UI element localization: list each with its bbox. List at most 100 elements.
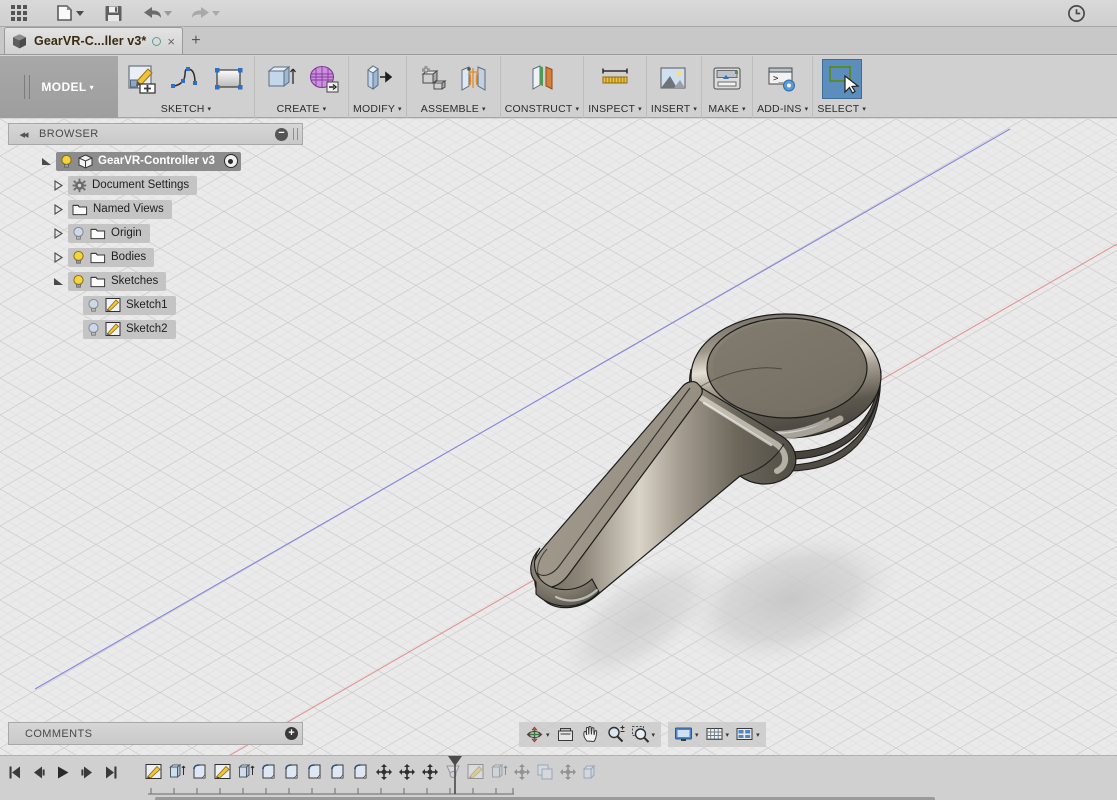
3d-print-icon[interactable]	[706, 59, 748, 99]
minimize-icon[interactable]: −	[275, 127, 288, 141]
chevron-down-icon[interactable]: ▾	[695, 731, 699, 739]
sidebar-item-sketches[interactable]: Sketches	[8, 269, 303, 293]
close-icon[interactable]: ×	[167, 35, 175, 48]
chevron-down-icon[interactable]: ▾	[208, 105, 212, 113]
sidebar-item-bodies[interactable]: Bodies	[8, 245, 303, 269]
timeline-op-extrude[interactable]	[487, 759, 510, 785]
grid-snaps-icon[interactable]: ▾	[702, 723, 733, 746]
new-component-icon[interactable]	[411, 59, 453, 99]
chevron-down-icon[interactable]: ▾	[398, 105, 402, 113]
scripts-addins-icon[interactable]: >_	[762, 59, 804, 99]
new-tab-button[interactable]: +	[183, 27, 209, 54]
grip-handle[interactable]	[293, 128, 298, 140]
display-settings-icon[interactable]: ▾	[671, 723, 702, 746]
folder-icon	[90, 252, 106, 264]
look-at-icon[interactable]	[553, 723, 578, 746]
save-icon[interactable]	[94, 0, 132, 27]
zoom-icon[interactable]	[603, 723, 628, 746]
grip-handle[interactable]	[24, 75, 31, 99]
expander-collapsed-icon[interactable]	[48, 251, 68, 263]
select-tool-icon[interactable]	[821, 59, 862, 99]
extrude-icon[interactable]	[259, 59, 301, 99]
press-pull-icon[interactable]	[356, 59, 398, 99]
chevron-down-icon[interactable]: ▾	[862, 105, 866, 113]
timeline-op-sketch[interactable]	[142, 759, 165, 785]
sync-status-icon[interactable]	[152, 36, 162, 46]
ribbon-group-inspect: INSPECT ▾	[584, 56, 647, 118]
expander-collapsed-icon[interactable]	[48, 179, 68, 191]
clock-icon[interactable]	[1057, 0, 1095, 27]
chevron-down-icon[interactable]: ▾	[805, 105, 809, 113]
undo-icon[interactable]	[132, 0, 180, 27]
sidebar-item-label: GearVR-Controller v3	[98, 155, 215, 167]
sidebar-item-sketch2[interactable]: Sketch2	[8, 317, 303, 341]
timeline-op-extrude[interactable]	[234, 759, 257, 785]
timeline-op-move[interactable]	[418, 759, 441, 785]
zoom-window-icon[interactable]: ▾	[628, 723, 659, 746]
timeline-op-sketch[interactable]	[211, 759, 234, 785]
ribbon-group-label: CREATE	[276, 102, 320, 115]
timeline-op-fillet[interactable]	[188, 759, 211, 785]
rectangle-icon[interactable]	[208, 59, 250, 99]
timeline-op-fillet[interactable]	[257, 759, 280, 785]
create-sketch-icon[interactable]	[122, 59, 164, 99]
timeline-step-back-button[interactable]	[30, 761, 48, 783]
chevron-down-icon[interactable]: ▾	[693, 105, 697, 113]
expander-collapsed-icon[interactable]	[48, 203, 68, 215]
timeline-op-move[interactable]	[372, 759, 395, 785]
timeline-op-fillet[interactable]	[280, 759, 303, 785]
collapse-icon[interactable]: ◂◂	[13, 128, 33, 141]
insert-image-icon[interactable]	[653, 59, 695, 99]
timeline-op-copy[interactable]	[533, 759, 556, 785]
document-tab-label: GearVR-C...ller v3*	[34, 34, 147, 48]
timeline-step-forward-button[interactable]	[78, 761, 96, 783]
timeline-op-fillet[interactable]	[303, 759, 326, 785]
chevron-down-icon[interactable]: ▾	[742, 105, 746, 113]
chevron-down-icon[interactable]: ▾	[546, 731, 550, 739]
sidebar-item-root[interactable]: GearVR-Controller v3	[8, 149, 303, 173]
expander-collapsed-icon[interactable]	[48, 227, 68, 239]
workspace-switcher-button[interactable]: MODEL ▾	[0, 56, 118, 118]
timeline-op-combine[interactable]	[579, 759, 602, 785]
chevron-down-icon[interactable]: ▾	[756, 731, 760, 739]
redo-icon[interactable]	[180, 0, 228, 27]
chevron-down-icon[interactable]: ▾	[638, 105, 642, 113]
spline-icon[interactable]	[165, 59, 207, 99]
comments-panel[interactable]: COMMENTS +	[8, 722, 303, 745]
timeline-op-sketch[interactable]	[464, 759, 487, 785]
timeline-play-button[interactable]	[54, 761, 72, 783]
timeline-op-move[interactable]	[510, 759, 533, 785]
viewports-icon[interactable]: ▾	[732, 723, 763, 746]
chevron-down-icon[interactable]: ▾	[652, 731, 656, 739]
create-form-icon[interactable]	[302, 59, 344, 99]
measure-icon[interactable]	[594, 59, 636, 99]
timeline-op-extrude[interactable]	[165, 759, 188, 785]
joint-icon[interactable]	[454, 59, 496, 99]
chevron-down-icon[interactable]: ▾	[323, 105, 327, 113]
add-comment-icon[interactable]: +	[285, 727, 298, 740]
activate-component-radio[interactable]	[223, 154, 238, 168]
expander-expanded-icon[interactable]	[48, 276, 68, 287]
sidebar-item-named-views[interactable]: Named Views	[8, 197, 303, 221]
orbit-icon[interactable]: ▾	[522, 723, 553, 746]
sidebar-item-document-settings[interactable]: Document Settings	[8, 173, 303, 197]
document-tab[interactable]: GearVR-C...ller v3* ×	[4, 27, 183, 54]
timeline-op-move[interactable]	[395, 759, 418, 785]
timeline-go-to-beginning-button[interactable]	[6, 761, 24, 783]
chevron-down-icon[interactable]: ▾	[575, 105, 579, 113]
pan-icon[interactable]	[578, 723, 603, 746]
timeline-op-move[interactable]	[556, 759, 579, 785]
sidebar-item-origin[interactable]: Origin	[8, 221, 303, 245]
timeline-go-to-end-button[interactable]	[102, 761, 120, 783]
timeline-op-fillet[interactable]	[326, 759, 349, 785]
new-file-icon[interactable]	[46, 0, 94, 27]
offset-plane-icon[interactable]	[521, 59, 563, 99]
sidebar-item-sketch1[interactable]: Sketch1	[8, 293, 303, 317]
timeline-op-fillet[interactable]	[349, 759, 372, 785]
chevron-down-icon[interactable]: ▾	[726, 731, 730, 739]
chevron-down-icon[interactable]: ▾	[482, 105, 486, 113]
timeline-marker[interactable]	[446, 755, 464, 797]
expander-expanded-icon[interactable]	[36, 156, 56, 167]
model-canvas[interactable]: ◂◂ BROWSER − GearVR-Controller v3 Docume…	[0, 119, 1117, 755]
app-grid-icon[interactable]	[0, 0, 38, 27]
